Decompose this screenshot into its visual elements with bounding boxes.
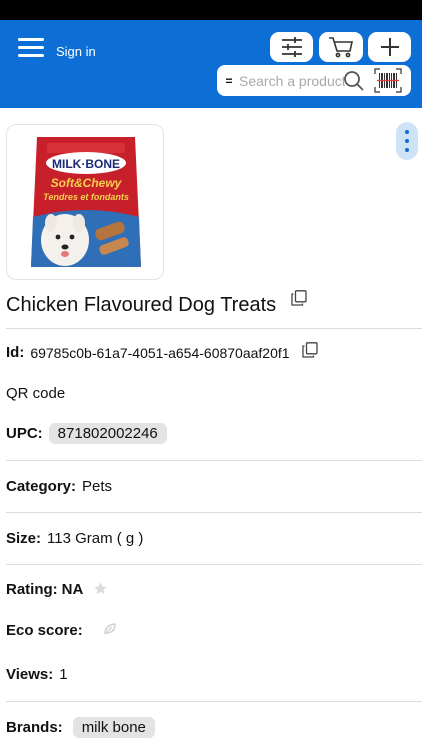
plus-icon <box>380 38 399 56</box>
rating-row: Rating: NA <box>6 581 108 598</box>
id-value: 69785c0b-61a7-4051-a654-60870aaf20f1 <box>30 344 290 361</box>
upc-label: UPC: <box>6 425 43 442</box>
qr-code-link[interactable]: QR code <box>6 385 65 402</box>
divider <box>6 328 422 329</box>
magnifier-icon[interactable] <box>343 70 365 92</box>
rating-value: NA <box>61 581 84 598</box>
brands-row: Brands: milk bone <box>6 717 155 738</box>
sign-in-link[interactable]: Sign in <box>56 44 96 59</box>
star-icon[interactable] <box>93 581 108 596</box>
rating-label: Rating: <box>6 581 58 598</box>
upc-chip[interactable]: 871802002246 <box>48 423 167 444</box>
eco-score-label: Eco score: <box>6 622 83 639</box>
divider <box>6 564 422 565</box>
package-line2-text: Tendres et fondants <box>43 192 129 202</box>
sliders-icon <box>281 37 302 57</box>
hamburger-icon[interactable] <box>18 38 44 58</box>
cart-button[interactable] <box>319 32 363 62</box>
package-line1-text: Soft&Chewy <box>51 176 123 190</box>
id-label: Id: <box>6 344 25 361</box>
brand-chip[interactable]: milk bone <box>72 717 155 738</box>
size-label: Size: <box>6 530 42 547</box>
cart-icon <box>329 37 353 58</box>
category-row: Category: Pets <box>6 478 112 495</box>
add-button[interactable] <box>368 32 411 62</box>
views-value: 1 <box>59 666 68 683</box>
size-value: 113 Gram ( g ) <box>47 530 144 547</box>
copy-id-icon[interactable] <box>301 341 318 358</box>
upc-row: UPC: 871802002246 <box>6 423 167 444</box>
leaf-icon <box>104 622 116 634</box>
product-image[interactable]: MILK·BONE Soft&Chewy Tendres et fondants <box>6 124 164 280</box>
size-row: Size: 113 Gram ( g ) <box>6 530 143 547</box>
category-value[interactable]: Pets <box>82 478 112 495</box>
views-label: Views: <box>6 666 54 683</box>
package-brand-text: MILK·BONE <box>52 157 120 171</box>
divider <box>6 460 422 461</box>
product-title: Chicken Flavoured Dog Treats <box>6 294 277 316</box>
filter-button[interactable] <box>270 32 313 62</box>
search-input[interactable] <box>237 72 345 89</box>
divider <box>6 701 422 702</box>
barcode-icon[interactable] <box>374 68 402 93</box>
more-options-button[interactable] <box>396 122 418 160</box>
views-row: Views: 1 <box>6 666 68 683</box>
search-box: = <box>217 65 411 96</box>
category-label: Category: <box>6 478 77 495</box>
divider <box>6 512 422 513</box>
search-prefix: = <box>225 73 233 88</box>
brands-label: Brands: <box>6 719 63 736</box>
eco-score-row: Eco score: <box>6 622 117 639</box>
product-package-illustration: MILK·BONE Soft&Chewy Tendres et fondants <box>31 137 141 267</box>
copy-icon[interactable] <box>291 290 307 306</box>
id-row: Id: 69785c0b-61a7-4051-a654-60870aaf20f1 <box>6 341 318 361</box>
vertical-dots-icon <box>405 130 409 134</box>
status-bar <box>0 0 422 20</box>
app-bar: Sign in = <box>0 20 422 108</box>
product-details: MILK·BONE Soft&Chewy Tendres et fondants… <box>0 108 422 750</box>
qr-code-label: QR code <box>6 385 66 402</box>
